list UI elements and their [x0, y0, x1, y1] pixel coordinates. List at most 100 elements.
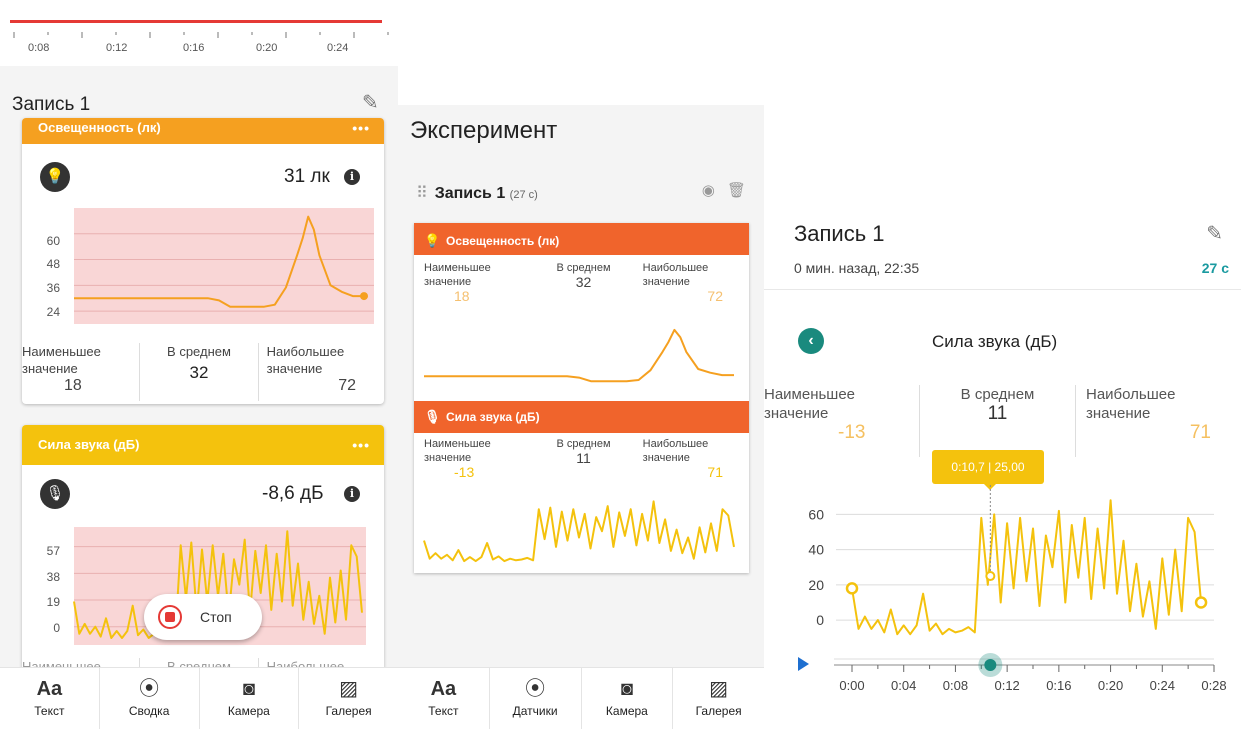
recording-title: Запись 1: [434, 185, 506, 202]
tab-label: Камера: [605, 704, 648, 718]
recording-row[interactable]: ⠿ Запись 1 (27 с): [416, 183, 538, 203]
lightbulb-icon: 💡: [424, 233, 441, 248]
y-tick-label: 0: [816, 612, 824, 628]
y-tick-label: 57: [46, 544, 60, 558]
value-tooltip: 0:10,7 | 25,00: [932, 450, 1044, 490]
trash-icon[interactable]: 🗑: [727, 182, 746, 199]
max-label: Наибольшее значение: [642, 262, 709, 288]
light-card-title: Освещенность (лк): [38, 120, 161, 135]
y-tick-label: 19: [46, 595, 60, 609]
timeline-axis[interactable]: 0:08 0:12 0:16 0:20 0:24: [0, 0, 398, 66]
alert-band: [74, 208, 374, 324]
sensor-summary-icon: ⦿: [139, 678, 160, 700]
tab-label: Текст: [34, 704, 65, 718]
timeline-tick-label: 0:20: [256, 42, 278, 54]
start-marker: [845, 582, 859, 595]
tab-label: Датчики: [512, 704, 558, 718]
chart-title: Сила звука (дБ): [932, 332, 1058, 351]
eye-icon[interactable]: ◉: [702, 182, 715, 199]
tab-label: Текст: [428, 704, 459, 718]
edit-pencil-icon[interactable]: ✎: [362, 90, 379, 115]
info-icon[interactable]: i: [344, 486, 360, 502]
sound-card-title: Сила звука (дБ): [38, 437, 140, 452]
more-menu-icon[interactable]: •••: [352, 118, 370, 138]
back-arrow-icon[interactable]: ‹: [798, 328, 824, 354]
light-stats: Наименьшее значение 18 В среднем 32 Наиб…: [22, 343, 384, 401]
avg-value: 32: [189, 363, 209, 382]
light-sparkline: [424, 328, 734, 383]
min-stat: Наименьшее значение 18: [22, 343, 139, 401]
sound-stats: Наименьшее значение -13 В среднем 11 Наи…: [414, 437, 749, 497]
light-reading: 31 лк: [284, 166, 330, 187]
play-icon[interactable]: [798, 657, 809, 671]
y-tick-label: 0: [53, 621, 60, 635]
light-section-header: 💡 Освещенность (лк): [414, 223, 749, 255]
info-icon[interactable]: i: [344, 169, 360, 185]
tab-sensors[interactable]: ⦿ Датчики: [488, 668, 581, 729]
y-tick-label: 40: [808, 542, 824, 558]
tab-label: Галерея: [325, 704, 372, 718]
sound-detail-chart[interactable]: 0 20 40 60 0:00 0:04 0:08 0:12 0:16 0:20 0:24 0:28: [764, 485, 1241, 729]
max-stat: Наибольшее значение 71: [1075, 385, 1241, 457]
tab-label: Галерея: [695, 704, 742, 718]
min-stat: Наименьшее значение 18: [414, 261, 530, 321]
timeline-tick-label: 0:24: [327, 42, 349, 54]
x-tick-label: 0:28: [1201, 678, 1226, 693]
min-value: 18: [454, 288, 470, 304]
max-label: Наибольшее значение: [642, 438, 709, 464]
tab-camera[interactable]: ◙ Камера: [198, 668, 299, 729]
light-stats: Наименьшее значение 18 В среднем 32 Наиб…: [414, 261, 749, 321]
tab-text[interactable]: Aa Текст: [398, 668, 489, 729]
tab-text[interactable]: Aa Текст: [0, 668, 99, 729]
tab-gallery[interactable]: ▨ Галерея: [672, 668, 764, 729]
max-stat: Наибольшее значение 72: [637, 261, 749, 321]
avg-stat: В среднем 11: [919, 385, 1075, 457]
recording-title: Запись 1: [794, 221, 885, 246]
avg-stat: В среднем 32: [139, 343, 257, 401]
sound-detail-line: [851, 499, 1203, 636]
recording-title: Запись 1: [12, 94, 91, 115]
max-value: 72: [338, 377, 356, 394]
tab-label: Сводка: [128, 704, 170, 718]
microphone-icon: 🎙: [40, 479, 70, 509]
max-value: 71: [1189, 422, 1211, 443]
tab-summary[interactable]: ⦿ Сводка: [98, 668, 199, 729]
timeline-tick-label: 0:12: [106, 42, 128, 54]
sound-sparkline: [423, 500, 735, 563]
light-card-header: Освещенность (лк) •••: [22, 118, 384, 144]
sound-card-header: Сила звука (дБ) •••: [22, 425, 384, 465]
min-label: Наименьшее значение: [22, 344, 101, 376]
recording-timestamp: 0 мин. назад, 22:35: [794, 260, 920, 276]
edit-pencil-icon[interactable]: ✎: [1206, 221, 1223, 246]
tab-gallery[interactable]: ▨ Галерея: [298, 668, 398, 729]
end-marker: [1194, 596, 1208, 609]
y-tick-label: 60: [808, 506, 824, 522]
recording-summary-card[interactable]: 💡 Освещенность (лк) Наименьшее значение …: [414, 223, 749, 573]
min-stat: Наименьшее значение -13: [414, 437, 530, 497]
microphone-icon: 🎙: [424, 409, 441, 424]
scrubber-handle: [984, 659, 997, 671]
x-tick-label: 0:04: [891, 678, 916, 693]
x-tick-label: 0:24: [1150, 678, 1175, 693]
y-tick-label: 36: [46, 281, 60, 295]
text-icon: Aa: [430, 678, 457, 700]
drag-handle-icon[interactable]: ⠿: [416, 185, 428, 202]
tab-camera[interactable]: ◙ Камера: [580, 668, 673, 729]
more-menu-icon[interactable]: •••: [352, 425, 370, 465]
light-chart[interactable]: [22, 204, 384, 338]
current-point: [360, 292, 368, 301]
bottom-toolbar: Aa Текст ⦿ Сводка ◙ Камера ▨ Галерея: [0, 667, 398, 729]
min-value: -13: [838, 422, 866, 443]
recording-panel: 0:08 0:12 0:16 0:20 0:24 Запись 1 ✎ Осве…: [0, 0, 398, 729]
text-icon: Aa: [36, 678, 63, 700]
light-section-title: Освещенность (лк): [446, 234, 560, 248]
stop-recording-button[interactable]: Стоп: [144, 594, 262, 640]
timeline-tick-label: 0:08: [28, 42, 50, 54]
x-tick-label: 0:20: [1098, 678, 1123, 693]
avg-value: 11: [576, 450, 591, 466]
min-value: -13: [454, 464, 475, 480]
stop-label: Стоп: [200, 609, 232, 625]
avg-stat: В среднем 11: [530, 437, 636, 497]
light-sparkline-line: [424, 328, 734, 383]
avg-stat: В среднем 32: [530, 261, 636, 321]
